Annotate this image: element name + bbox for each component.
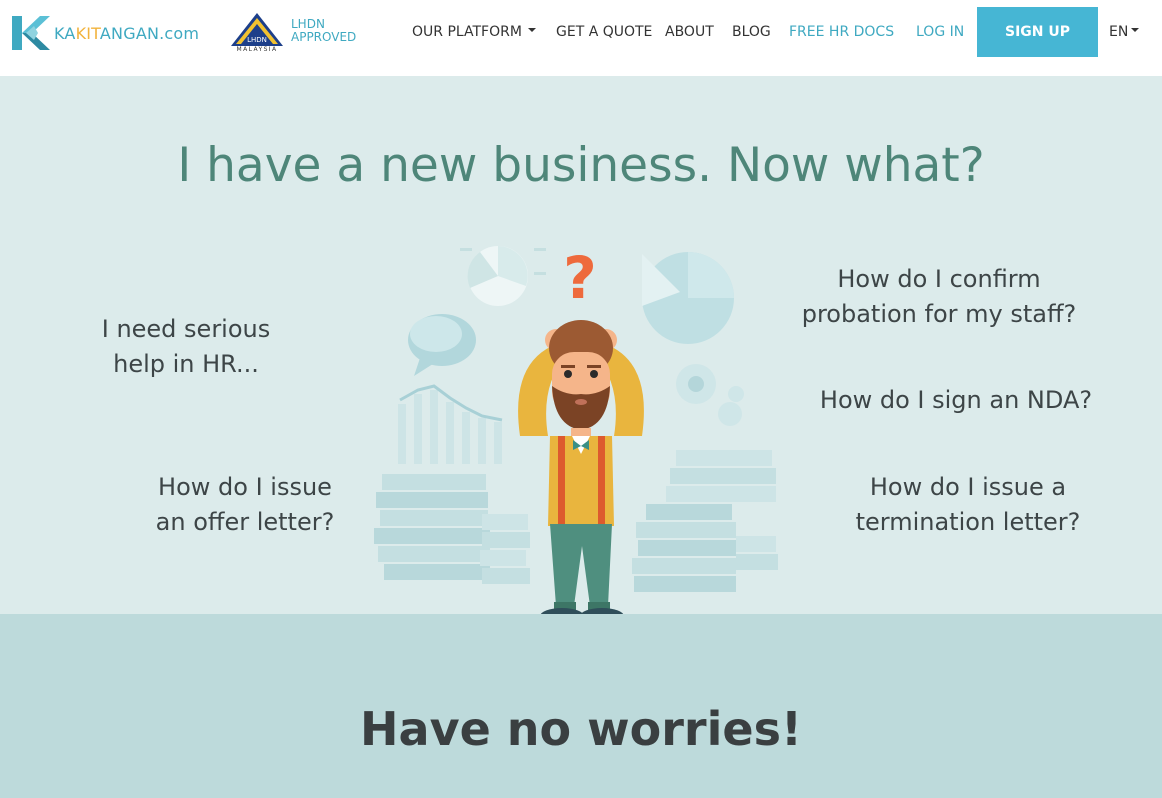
question-line: termination letter? — [855, 508, 1081, 536]
question-mark-icon: ? — [563, 244, 597, 312]
lhdn-emblem: LHDN MALAYSIA — [229, 12, 285, 54]
question-line: help in HR... — [113, 350, 259, 378]
lhdn-approved-badge: LHDN MALAYSIA LHDN APPROVED — [229, 12, 356, 54]
nav-our-platform-label: OUR PLATFORM — [412, 24, 522, 40]
lhdn-line2: APPROVED — [291, 30, 357, 44]
no-worries-title: Have no worries! — [360, 702, 802, 756]
question-line: How do I issue a — [869, 473, 1067, 501]
sign-up-button[interactable]: SIGN UP — [977, 7, 1098, 57]
language-label: EN — [1109, 24, 1129, 40]
brand-part: .com — [159, 23, 200, 43]
paper-stack-right-icon — [632, 450, 778, 592]
kakitangan-logo[interactable]: KAKITANGAN.com — [12, 14, 199, 52]
nav-blog[interactable]: BLOG — [732, 24, 771, 40]
man-figure — [518, 320, 644, 624]
question-line: How do I issue — [158, 473, 332, 501]
chevron-down-icon — [527, 28, 536, 32]
lhdn-emblem-icon: LHDN — [231, 13, 283, 46]
pie-chart-large-icon — [642, 252, 734, 344]
question-probation: How do I confirm probation for my staff? — [798, 262, 1080, 332]
lhdn-text: LHDN APPROVED — [291, 18, 356, 44]
brand-part: ANGAN — [99, 23, 160, 43]
lhdn-country: MALAYSIA — [236, 46, 278, 53]
hero-title: I have a new business. Now what? — [177, 138, 985, 193]
chevron-down-icon — [1131, 28, 1140, 32]
no-worries-section: Have no worries! — [0, 614, 1162, 798]
brand-part: KIT — [75, 23, 100, 43]
nav-about[interactable]: ABOUT — [665, 24, 714, 40]
question-need-help: I need serious help in HR... — [96, 312, 276, 382]
nav-get-a-quote[interactable]: GET A QUOTE — [556, 24, 652, 40]
question-nda: How do I sign an NDA? — [816, 383, 1096, 418]
nav-log-in[interactable]: LOG IN — [916, 24, 964, 40]
question-line: How do I confirm — [837, 265, 1041, 293]
question-line: How do I sign an NDA? — [819, 386, 1093, 414]
brand-part: KA — [54, 23, 76, 43]
question-line: an offer letter? — [155, 508, 335, 536]
language-selector[interactable]: EN — [1109, 24, 1140, 40]
nav-our-platform[interactable]: OUR PLATFORM — [412, 24, 536, 40]
bar-chart-icon — [398, 384, 503, 464]
question-line: probation for my staff? — [801, 300, 1077, 328]
lhdn-emblem-text: LHDN — [247, 36, 267, 44]
speech-bubble-icon — [408, 314, 476, 376]
brand-wordmark: KAKITANGAN.com — [54, 24, 199, 43]
site-header: KAKITANGAN.com LHDN MALAYSIA LHDN APPROV… — [0, 0, 1162, 76]
hero-section: I have a new business. Now what? I need … — [0, 76, 1162, 624]
confused-man-illustration: ? — [374, 244, 778, 624]
pie-chart-small-icon — [460, 246, 546, 306]
question-offer-letter: How do I issue an offer letter? — [150, 470, 340, 540]
gears-icon — [676, 364, 744, 426]
kakitangan-k-icon — [12, 16, 50, 50]
nav-free-hr-docs[interactable]: FREE HR DOCS — [789, 24, 894, 40]
question-line: I need serious — [101, 315, 271, 343]
question-termination-letter: How do I issue a termination letter? — [852, 470, 1084, 540]
paper-stack-left-icon — [374, 474, 530, 584]
